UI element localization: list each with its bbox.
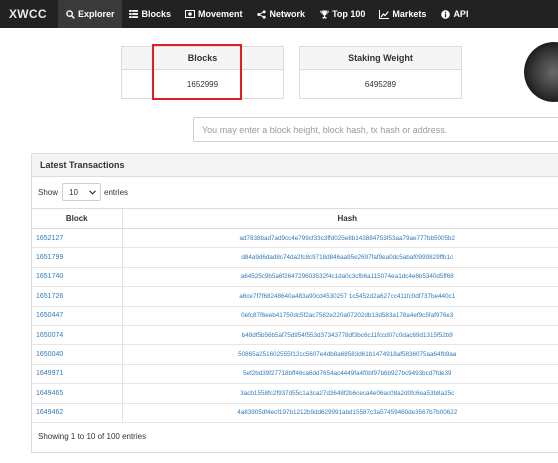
panel-title: Latest Transactions [32, 154, 558, 177]
trophy-icon [319, 9, 329, 19]
column-header-block[interactable]: Block [32, 208, 123, 229]
hash-link[interactable]: 5ef2bd39f27718bff46ca6dd7654ac4449fa4f0b… [122, 364, 558, 385]
hash-link[interactable]: 0efc87f6eeb41750dc5f2ac7582e220a07202db1… [122, 306, 558, 326]
page-size-select[interactable]: 10 [62, 183, 102, 201]
show-label: Show [38, 187, 59, 197]
table-row: 1651726 a6ce7f7f68248640a483a90cd4530257… [32, 286, 558, 307]
search-icon [65, 9, 75, 19]
table-row: 1651799 d84a9d6dad8c74da2fc8c9718d846aa9… [32, 247, 558, 268]
table-row: 1650074 b48df5b56b5af75d954f553d37343778… [32, 325, 558, 346]
nav-movement[interactable]: Movement [178, 0, 250, 28]
page-size-control: Show 10 entries [38, 182, 128, 202]
chevron-down-icon [89, 188, 96, 197]
hash-link[interactable]: ad7838bad7ad9cc4e799cf33c3ffd025e8b14388… [122, 228, 558, 249]
grid-icon [129, 9, 139, 19]
block-link[interactable]: 1649971 [32, 364, 123, 385]
table-row: 1651740 a64525c9b5a6f264729603532f4c1da0… [32, 267, 558, 288]
block-link[interactable]: 1652127 [32, 228, 123, 249]
navbar: XWCC Explorer Blocks Movement Network To… [0, 0, 558, 28]
nav-api-label: API [453, 9, 469, 19]
hash-link[interactable]: a6ce7f7f68248640a483a90cd4530257 1c5452d… [122, 286, 558, 307]
page-size-value: 10 [69, 187, 78, 197]
nav-markets[interactable]: Markets [372, 0, 433, 28]
staking-weight-title: Staking Weight [300, 47, 461, 70]
chart-icon [379, 9, 390, 19]
table-row: 1650447 0efc87f6eeb41750dc5f2ac7582e220a… [32, 306, 558, 326]
nav-api[interactable]: API [433, 0, 475, 28]
coin-logo [524, 42, 558, 102]
table-row: 1649462 4a83905df4ecf197b1212b9dd629991a… [32, 403, 558, 423]
block-link[interactable]: 1651799 [32, 247, 123, 268]
nav-explorer-label: Explorer [78, 9, 115, 19]
staking-weight-value: 6495289 [364, 80, 397, 89]
latest-transactions-panel: Latest Transactions Show 10 entries Bloc… [31, 153, 558, 453]
block-link[interactable]: 1650447 [32, 306, 123, 326]
money-icon [185, 9, 196, 19]
block-link[interactable]: 1650040 [32, 344, 123, 365]
block-link[interactable]: 1649465 [32, 383, 123, 404]
table-row: 1649465 3acb1558fc2f937d55c1a3ca27d3648f… [32, 383, 558, 404]
hash-link[interactable]: a64525c9b5a6f264729603532f4c1da0c3cfb6a1… [122, 267, 558, 288]
nav-blocks-label: Blocks [141, 9, 172, 19]
hash-link[interactable]: 3acb1558fc2f937d55c1a3ca27d3648f2b6ceca4… [122, 383, 558, 404]
share-icon [257, 9, 267, 19]
nav-network[interactable]: Network [250, 0, 313, 28]
nav-explorer[interactable]: Explorer [58, 0, 122, 28]
nav-markets-label: Markets [392, 9, 427, 19]
info-icon [440, 9, 450, 19]
search-input[interactable] [193, 117, 558, 142]
nav-movement-label: Movement [198, 9, 243, 19]
nav-top100-label: Top 100 [332, 9, 366, 19]
entries-label: entries [104, 187, 129, 197]
block-link[interactable]: 1651740 [32, 267, 123, 288]
block-link[interactable]: 1651726 [32, 286, 123, 307]
table-info: Showing 1 to 10 of 100 entries [38, 432, 147, 441]
hash-link[interactable]: d84a9d6dad8c74da2fc8c9718d846aa95e2697fa… [122, 247, 558, 268]
hash-link[interactable]: b48df5b56b5af75d954f553d37343778df3bc6c1… [122, 325, 558, 346]
nav-top100[interactable]: Top 100 [312, 0, 372, 28]
table-row: 1649971 5ef2bd39f27718bff46ca6dd7654ac44… [32, 364, 558, 385]
table-row: 1652127 ad7838bad7ad9cc4e799cf33c3ffd025… [32, 228, 558, 249]
nav-blocks[interactable]: Blocks [122, 0, 179, 28]
table-row: 1650040 50865a251602555f12cc5607e4db8a68… [32, 344, 558, 365]
transactions-table: Block Hash 1652127 ad7838bad7ad9cc4e799c… [32, 208, 558, 423]
hash-link[interactable]: 50865a251602555f12cc5607e4db8a68583d61b1… [122, 344, 558, 365]
hash-link[interactable]: 4a83905df4ecf197b1212b9dd629991abd15587c… [122, 403, 558, 423]
block-link[interactable]: 1649462 [32, 403, 123, 423]
block-link[interactable]: 1650074 [32, 325, 123, 346]
nav-network-label: Network [269, 9, 306, 19]
staking-weight-panel: Staking Weight 6495289 [299, 46, 462, 99]
table-header-row: Block Hash [32, 208, 558, 229]
highlight-box [152, 44, 242, 100]
brand-logo[interactable]: XWCC [0, 7, 58, 21]
column-header-hash[interactable]: Hash [122, 208, 558, 229]
